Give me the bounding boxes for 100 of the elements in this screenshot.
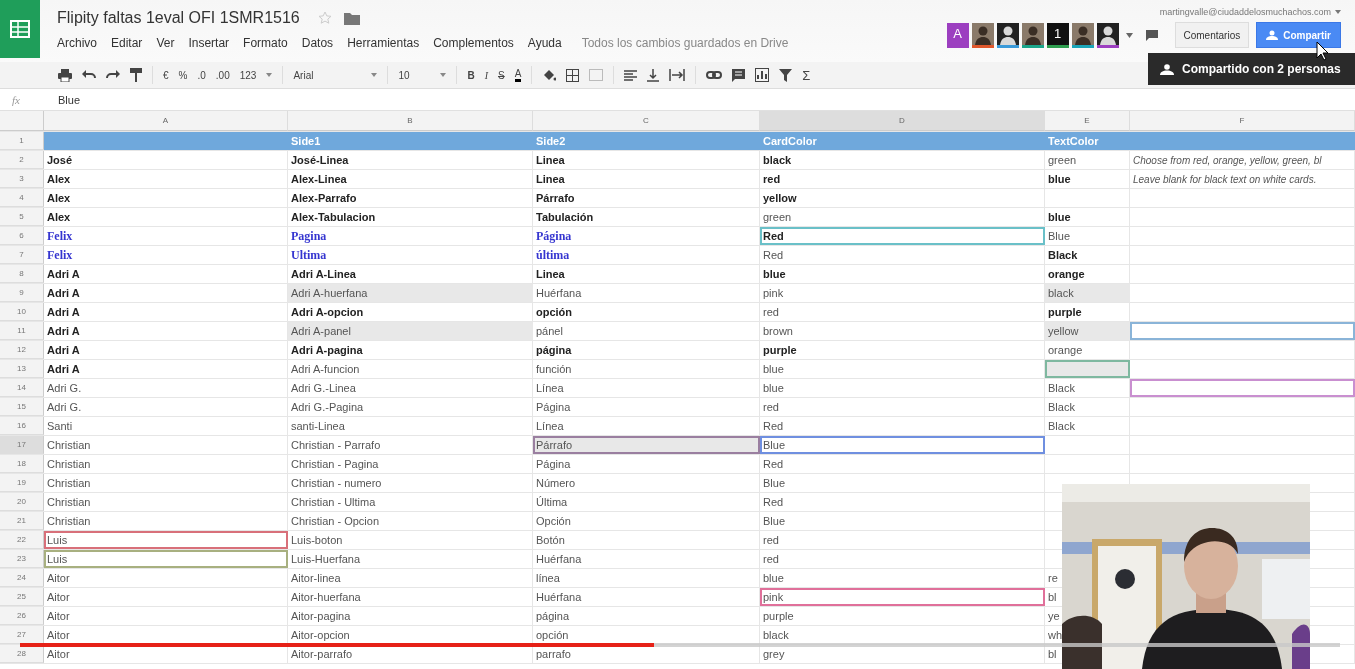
table-cell[interactable]: Ultima xyxy=(291,247,327,263)
table-cell[interactable]: red xyxy=(763,401,779,413)
collaborator-avatar[interactable]: 1 xyxy=(1046,22,1069,48)
table-cell[interactable]: Opción xyxy=(536,515,571,527)
table-cell[interactable]: Adri A xyxy=(47,363,80,375)
table-cell[interactable]: purple xyxy=(763,344,797,356)
table-cell[interactable]: Aitor-huerfana xyxy=(291,591,361,603)
table-cell[interactable]: Adri A-funcion xyxy=(291,363,360,375)
table-cell[interactable]: Aitor xyxy=(47,591,70,603)
table-cell[interactable]: Adri A xyxy=(47,268,80,280)
table-cell[interactable]: Adri A xyxy=(47,287,80,299)
strikethrough-button[interactable]: S xyxy=(498,69,505,81)
table-cell[interactable]: Felix xyxy=(47,228,73,244)
table-cell[interactable]: yellow xyxy=(763,192,797,204)
row-number[interactable]: 14 xyxy=(0,379,44,397)
table-cell[interactable]: Alex-Tabulacion xyxy=(291,211,376,223)
table-cell[interactable]: parrafo xyxy=(536,648,571,660)
table-cell[interactable]: Alex xyxy=(47,192,71,204)
menu-item[interactable]: Ayuda xyxy=(527,36,562,50)
table-cell[interactable]: Christian - Ultima xyxy=(291,496,376,508)
table-cell[interactable]: wh xyxy=(1048,629,1063,641)
row-number[interactable]: 27 xyxy=(0,626,44,644)
table-cell[interactable]: Adri G. xyxy=(47,401,82,413)
table-cell[interactable]: blue xyxy=(1048,211,1071,223)
table-cell[interactable]: Alex-Linea xyxy=(291,173,347,185)
row-number[interactable]: 25 xyxy=(0,588,44,606)
folder-icon[interactable] xyxy=(343,11,360,25)
table-cell[interactable]: re xyxy=(1048,572,1058,584)
table-cell[interactable]: Black xyxy=(1048,401,1075,413)
text-color-button[interactable]: A xyxy=(514,68,522,82)
table-cell[interactable]: ye xyxy=(1048,610,1060,622)
table-cell[interactable]: Adri G.-Pagina xyxy=(291,401,364,413)
merge-cells-icon[interactable] xyxy=(589,69,604,81)
table-cell[interactable]: Tabulación xyxy=(536,211,594,223)
table-cell[interactable]: Adri A-panel xyxy=(288,322,533,340)
collaborator-avatar[interactable] xyxy=(1071,22,1094,48)
table-cell[interactable]: blue xyxy=(1048,173,1071,185)
table-cell[interactable]: red xyxy=(763,173,781,185)
comment-icon[interactable] xyxy=(732,68,746,82)
table-cell[interactable]: última xyxy=(536,247,570,263)
row-number[interactable]: 6 xyxy=(0,227,44,245)
table-cell[interactable]: Christian xyxy=(47,477,91,489)
caret-icon[interactable] xyxy=(1125,32,1133,38)
filter-icon[interactable] xyxy=(779,68,793,82)
table-cell[interactable]: Christian xyxy=(47,496,91,508)
menu-item[interactable]: Insertar xyxy=(188,36,230,50)
row-number[interactable]: 16 xyxy=(0,417,44,435)
row-number[interactable]: 26 xyxy=(0,607,44,625)
menu-item[interactable]: Complementos xyxy=(433,36,514,50)
table-cell[interactable]: black xyxy=(763,629,789,641)
table-cell[interactable]: Linea xyxy=(536,268,565,280)
table-cell[interactable]: Christian xyxy=(47,515,91,527)
table-cell[interactable]: José xyxy=(47,154,73,166)
table-cell[interactable]: Christian - Parrafo xyxy=(291,439,381,451)
table-cell[interactable]: green xyxy=(763,211,792,223)
table-cell[interactable]: Christian - Opcion xyxy=(291,515,380,527)
row-number[interactable]: 19 xyxy=(0,474,44,492)
table-cell[interactable]: Blue xyxy=(760,436,1045,454)
table-cell[interactable]: Luis xyxy=(44,531,288,549)
table-cell[interactable]: pink xyxy=(760,588,1045,606)
table-cell[interactable]: página xyxy=(536,344,572,356)
table-cell[interactable]: Aitor-opcion xyxy=(291,629,350,641)
table-cell[interactable]: purple xyxy=(1048,306,1082,318)
table-cell[interactable]: black xyxy=(763,154,792,166)
table-cell[interactable]: brown xyxy=(763,325,793,337)
row-number[interactable]: 23 xyxy=(0,550,44,568)
table-cell[interactable]: Christian - numero xyxy=(291,477,382,489)
table-cell[interactable]: Alex-Parrafo xyxy=(291,192,357,204)
table-cell[interactable]: red xyxy=(763,306,779,318)
document-title[interactable]: Flipity faltas 1eval OFI 1SMR1516 xyxy=(57,9,300,27)
row-number[interactable]: 8 xyxy=(0,265,44,283)
table-cell[interactable]: Red xyxy=(763,496,784,508)
link-icon[interactable] xyxy=(706,71,723,79)
table-cell[interactable]: Felix xyxy=(47,247,73,263)
row-number[interactable]: 18 xyxy=(0,455,44,473)
row-number[interactable]: 21 xyxy=(0,512,44,530)
table-cell[interactable]: santi-Linea xyxy=(291,420,345,432)
bold-button[interactable]: B xyxy=(467,69,475,81)
table-cell[interactable]: Aitor-parrafo xyxy=(291,648,353,660)
caret-icon[interactable] xyxy=(440,73,447,77)
functions-button[interactable]: Σ xyxy=(802,67,811,83)
column-header[interactable]: B xyxy=(288,111,533,131)
table-cell[interactable]: Aitor xyxy=(47,629,70,641)
table-cell[interactable]: blue xyxy=(763,572,784,584)
column-header[interactable]: C xyxy=(533,111,760,131)
paint-format-icon[interactable] xyxy=(130,68,142,82)
table-cell[interactable]: Red xyxy=(763,458,784,470)
row-number[interactable]: 13 xyxy=(0,360,44,378)
table-cell[interactable]: Página xyxy=(536,458,571,470)
table-cell[interactable]: Adri A-Linea xyxy=(291,268,356,280)
table-cell[interactable]: Aitor-linea xyxy=(291,572,341,584)
collaborator-avatar[interactable]: A xyxy=(946,22,969,48)
row-number[interactable]: 11 xyxy=(0,322,44,340)
account-email[interactable]: martingvalle@ciudaddelosmuchachos.com xyxy=(1159,7,1331,17)
percent-button[interactable]: % xyxy=(178,69,188,81)
table-cell[interactable]: Botón xyxy=(536,534,565,546)
table-cell[interactable]: Black xyxy=(1048,382,1075,394)
caret-icon[interactable] xyxy=(371,73,378,77)
table-cell[interactable]: Huérfana xyxy=(536,287,582,299)
row-number[interactable]: 12 xyxy=(0,341,44,359)
